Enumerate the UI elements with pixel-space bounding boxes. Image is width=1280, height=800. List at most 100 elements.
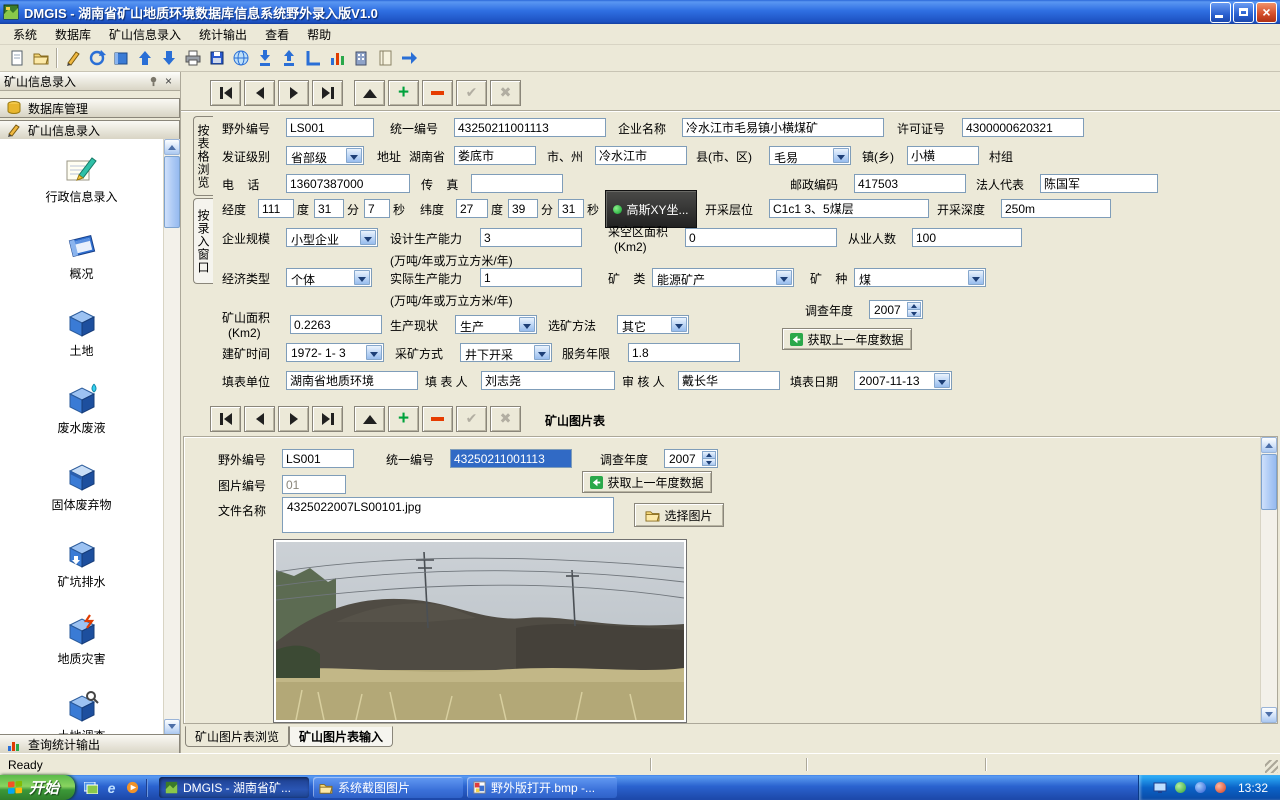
globe-button[interactable] [229, 46, 253, 70]
dropdown-arrow-icon[interactable] [968, 270, 984, 285]
sidebar-group-mine-entry[interactable]: 矿山信息录入 [0, 120, 180, 140]
save-button[interactable] [205, 46, 229, 70]
spin-down-icon[interactable] [907, 309, 921, 317]
sidebar-scrollbar[interactable] [163, 139, 180, 735]
mining-depth-input[interactable] [1001, 199, 1111, 218]
pic-unified-no-input[interactable] [450, 449, 572, 468]
field-no-input[interactable] [286, 118, 374, 137]
pic-nav-last-button[interactable] [312, 406, 343, 432]
chart-button[interactable] [325, 46, 349, 70]
pin-icon[interactable] [146, 74, 161, 89]
survey-year-spinner[interactable]: 2007 [869, 300, 923, 319]
sidebar-group-query-output[interactable]: 查询统计输出 [0, 734, 180, 754]
start-button[interactable]: 开始 [0, 775, 75, 800]
town-input[interactable] [907, 146, 979, 165]
legal-rep-input[interactable] [1040, 174, 1158, 193]
tab-entry-window[interactable]: 按录入窗口 [193, 198, 213, 284]
nav-post-button[interactable]: ✔ [456, 80, 487, 106]
tab-table-browse[interactable]: 按表格浏览 [193, 116, 213, 196]
resize-grip[interactable] [1265, 760, 1278, 773]
scroll-up-button[interactable] [1261, 437, 1277, 453]
pic-field-no-input[interactable] [282, 449, 354, 468]
nav-edit-button[interactable] [354, 80, 385, 106]
dressing-method-combo[interactable]: 其它 [617, 315, 689, 334]
gauss-xy-button[interactable]: 高斯XY坐... [605, 190, 697, 228]
choose-picture-button[interactable]: 选择图片 [634, 503, 724, 527]
employees-input[interactable] [912, 228, 1022, 247]
download-button[interactable] [253, 46, 277, 70]
goaf-area-input[interactable] [685, 228, 837, 247]
taskbar-task-dmgis[interactable]: DMGIS - 湖南省矿... [159, 777, 309, 798]
dropdown-arrow-icon[interactable] [366, 345, 382, 360]
menu-system[interactable]: 系统 [4, 24, 46, 45]
sidebar-item-wastewater[interactable]: 废水废液 [22, 382, 142, 435]
service-years-input[interactable] [628, 343, 740, 362]
sidebar-item-land-survey[interactable]: 土地调查 [22, 690, 142, 735]
mining-method-combo[interactable]: 井下开采 [460, 343, 552, 362]
lat-sec-input[interactable] [558, 199, 584, 218]
fill-unit-input[interactable] [286, 371, 418, 390]
pic-nav-next-button[interactable] [278, 406, 309, 432]
sidebar-item-admin-info[interactable]: 行政信息录入 [22, 151, 142, 204]
tray-display-icon[interactable] [1153, 780, 1168, 795]
panel-close-icon[interactable]: × [161, 74, 176, 89]
cert-level-combo[interactable]: 省部级 [286, 146, 364, 165]
scroll-down-button[interactable] [1261, 707, 1277, 723]
lon-min-input[interactable] [314, 199, 344, 218]
notebook-button[interactable] [373, 46, 397, 70]
scroll-up-button[interactable] [164, 139, 180, 155]
exit-button[interactable] [397, 46, 421, 70]
mine-area-input[interactable] [290, 315, 382, 334]
edit-button[interactable] [61, 46, 85, 70]
scale-combo[interactable]: 小型企业 [286, 228, 378, 247]
scrollbar-thumb[interactable] [1261, 454, 1277, 510]
phone-input[interactable] [286, 174, 410, 193]
pic-nav-delete-button[interactable] [422, 406, 453, 432]
dropdown-arrow-icon[interactable] [519, 317, 535, 332]
economy-type-combo[interactable]: 个体 [286, 268, 372, 287]
dropdown-arrow-icon[interactable] [360, 230, 376, 245]
sidebar-item-geo-hazard[interactable]: 地质灾害 [22, 613, 142, 666]
pic-nav-insert-button[interactable]: + [388, 406, 419, 432]
tab-picture-browse[interactable]: 矿山图片表浏览 [185, 726, 289, 747]
dropdown-arrow-icon[interactable] [354, 270, 370, 285]
minimize-button[interactable] [1210, 2, 1231, 23]
taskbar-task-bmp[interactable]: 野外版打开.bmp -... [467, 777, 617, 798]
close-button[interactable]: × [1256, 2, 1277, 23]
mine-kind-combo[interactable]: 煤 [854, 268, 986, 287]
internet-explorer-icon[interactable]: e [104, 780, 119, 795]
production-status-combo[interactable]: 生产 [455, 315, 537, 334]
scroll-down-button[interactable] [164, 719, 180, 735]
dropdown-arrow-icon[interactable] [534, 345, 550, 360]
dropdown-arrow-icon[interactable] [833, 148, 849, 163]
export-button[interactable] [157, 46, 181, 70]
print-button[interactable] [181, 46, 205, 70]
pic-nav-prior-button[interactable] [244, 406, 275, 432]
dropdown-arrow-icon[interactable] [776, 270, 792, 285]
media-player-icon[interactable] [125, 780, 140, 795]
menu-statistics-output[interactable]: 统计输出 [190, 24, 256, 45]
dropdown-arrow-icon[interactable] [934, 373, 950, 388]
pic-no-input[interactable] [282, 475, 346, 494]
pic-survey-year-spinner[interactable]: 2007 [664, 449, 718, 468]
sidebar-item-solid-waste[interactable]: 固体废弃物 [22, 459, 142, 512]
lat-min-input[interactable] [508, 199, 538, 218]
pic-nav-cancel-button[interactable]: ✖ [490, 406, 521, 432]
sidebar-item-land[interactable]: 土地 [22, 305, 142, 358]
new-document-button[interactable] [5, 46, 29, 70]
nav-first-button[interactable] [210, 80, 241, 106]
fill-date-combo[interactable]: 2007-11-13 [854, 371, 952, 390]
building-button[interactable] [349, 46, 373, 70]
mine-class-combo[interactable]: 能源矿产 [652, 268, 794, 287]
design-capacity-input[interactable] [480, 228, 582, 247]
menu-help[interactable]: 帮助 [298, 24, 340, 45]
menu-database[interactable]: 数据库 [46, 24, 100, 45]
pic-nav-edit-button[interactable] [354, 406, 385, 432]
fill-person-input[interactable] [481, 371, 615, 390]
nav-insert-button[interactable]: + [388, 80, 419, 106]
lat-deg-input[interactable] [456, 199, 488, 218]
sidebar-group-database[interactable]: 数据库管理 [0, 98, 180, 118]
tray-security-icon[interactable] [1213, 780, 1228, 795]
tray-volume-icon[interactable] [1193, 780, 1208, 795]
postcode-input[interactable] [854, 174, 966, 193]
